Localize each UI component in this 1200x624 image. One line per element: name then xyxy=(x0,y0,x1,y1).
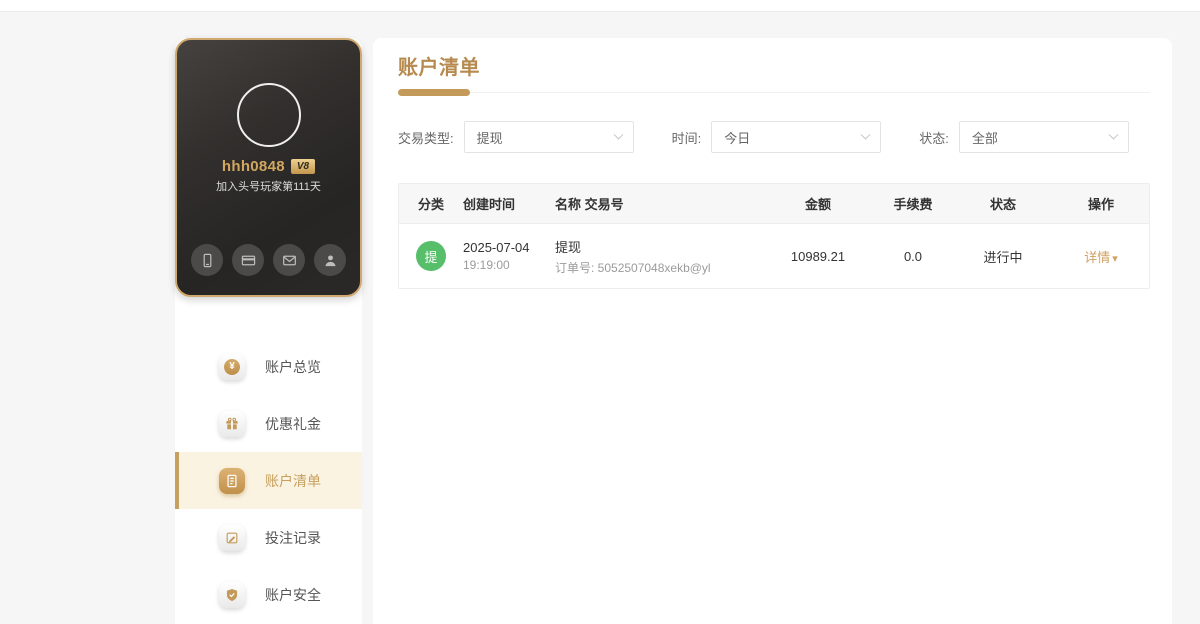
bank-card-icon[interactable] xyxy=(232,244,264,276)
main-panel: 账户清单 交易类型: 提现 时间: 今日 状态: 全部 分类 创建时间 名称 交… xyxy=(373,38,1172,624)
filter-time: 时间: 今日 xyxy=(672,121,882,153)
details-link[interactable]: 详情 ▾ xyxy=(1084,250,1118,265)
row-date: 2025-07-04 xyxy=(463,240,530,255)
username: hhh0848 xyxy=(221,158,285,175)
row-order-number: 订单号: 5052507048xekb@yl xyxy=(555,260,711,275)
gift-icon xyxy=(219,410,245,437)
statement-icon xyxy=(219,467,245,494)
sidebar-item-label: 账户清单 xyxy=(265,472,321,489)
page: hhh0848 V8 加入头号玩家第111天 ¥ 账户总览 优惠礼金 账户清单 … xyxy=(0,0,1200,624)
device-icon[interactable] xyxy=(191,244,223,276)
filter-status: 状态: 全部 xyxy=(919,121,1129,153)
page-title: 账户清单 xyxy=(398,57,480,79)
header-amount: 金额 xyxy=(804,197,831,212)
filter-transaction-type: 交易类型: 提现 xyxy=(398,121,634,153)
shield-icon xyxy=(219,581,245,608)
transaction-type-select[interactable]: 提现 xyxy=(463,121,634,153)
filter-label: 状态: xyxy=(919,130,949,146)
table-row: 提 2025-07-04 19:19:00 提现 订单号: 5052507048… xyxy=(399,224,1149,288)
sidebar-item-account-security[interactable]: 账户安全 xyxy=(175,566,362,623)
chevron-down-icon xyxy=(1108,129,1119,140)
cell-created-time: 2025-07-04 19:19:00 xyxy=(463,240,555,272)
title-accent-bar xyxy=(398,89,470,96)
quick-icons-row xyxy=(177,244,360,276)
caret-down-icon: ▾ xyxy=(1112,252,1118,265)
sidebar-item-label: 优惠礼金 xyxy=(265,415,321,432)
header-created-time: 创建时间 xyxy=(463,197,516,212)
time-select[interactable]: 今日 xyxy=(711,121,882,153)
header-name-txid: 名称 交易号 xyxy=(555,197,624,212)
filter-label: 时间: xyxy=(671,130,702,146)
avatar xyxy=(236,83,301,147)
cell-fee: 0.0 xyxy=(903,248,923,264)
cell-name-txid: 提现 订单号: 5052507048xekb@yl xyxy=(555,237,763,276)
row-time: 19:19:00 xyxy=(463,258,510,272)
sidebar-item-label: 投注记录 xyxy=(265,529,321,546)
header-category: 分类 xyxy=(417,197,444,212)
profile-card: hhh0848 V8 加入头号玩家第111天 xyxy=(175,38,362,297)
sidebar: hhh0848 V8 加入头号玩家第111天 ¥ 账户总览 优惠礼金 账户清单 … xyxy=(175,38,362,624)
row-name: 提现 xyxy=(555,239,582,255)
bet-record-icon xyxy=(219,524,245,551)
chevron-down-icon xyxy=(860,129,871,140)
transactions-table: 分类 创建时间 名称 交易号 金额 手续费 状态 操作 提 2025-07-04… xyxy=(398,183,1150,289)
mail-icon[interactable] xyxy=(273,244,305,276)
user-line: hhh0848 V8 xyxy=(177,158,360,175)
joined-days-text: 加入头号玩家第111天 xyxy=(216,181,321,193)
top-bar xyxy=(0,0,1200,12)
filter-label: 交易类型: xyxy=(398,130,454,146)
withdraw-category-badge: 提 xyxy=(416,241,446,271)
sidebar-item-bet-records[interactable]: 投注记录 xyxy=(175,509,362,566)
cell-amount: 10989.21 xyxy=(790,248,846,264)
profile-icon[interactable] xyxy=(314,244,346,276)
title-divider xyxy=(398,89,1150,96)
sidebar-menu: ¥ 账户总览 优惠礼金 账户清单 投注记录 账户安全 xyxy=(175,338,362,623)
sidebar-item-account-overview[interactable]: ¥ 账户总览 xyxy=(175,338,362,395)
sidebar-item-label: 账户安全 xyxy=(265,586,321,603)
coin-icon: ¥ xyxy=(219,353,245,380)
table-header: 分类 创建时间 名称 交易号 金额 手续费 状态 操作 xyxy=(399,184,1149,224)
header-status: 状态 xyxy=(989,197,1016,212)
vip-badge: V8 xyxy=(290,159,316,174)
sidebar-item-label: 账户总览 xyxy=(265,358,321,375)
sidebar-item-account-statement[interactable]: 账户清单 xyxy=(175,452,362,509)
header-fee: 手续费 xyxy=(893,197,933,212)
cell-status: 进行中 xyxy=(983,249,1023,265)
sidebar-item-promo-gifts[interactable]: 优惠礼金 xyxy=(175,395,362,452)
filters-row: 交易类型: 提现 时间: 今日 状态: 全部 xyxy=(398,121,1150,153)
header-action: 操作 xyxy=(1087,197,1114,212)
chevron-down-icon xyxy=(613,129,624,140)
status-select[interactable]: 全部 xyxy=(958,121,1129,153)
